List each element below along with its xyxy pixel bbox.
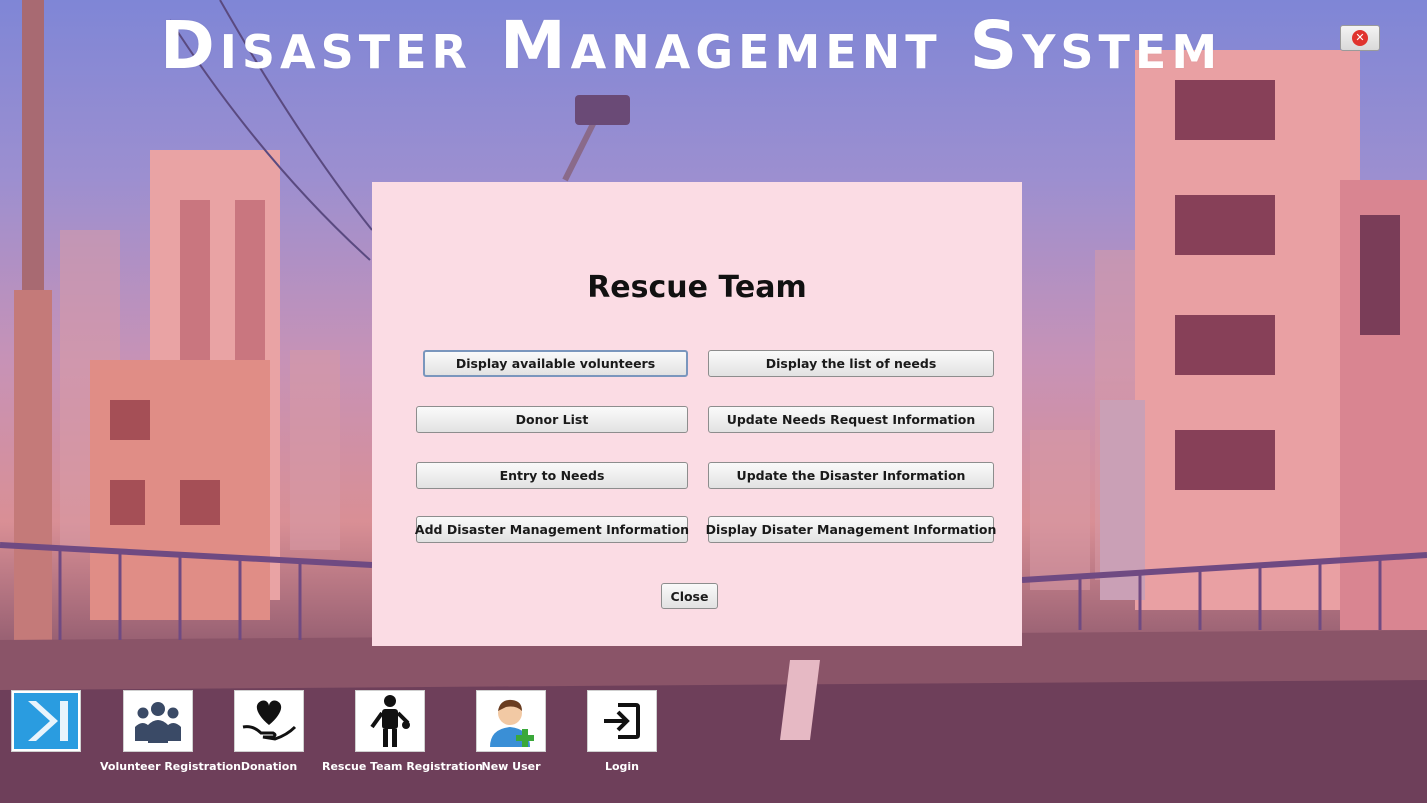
- donation-label: Donation: [240, 760, 298, 773]
- group-icon: [135, 702, 181, 743]
- login-button[interactable]: [587, 690, 657, 752]
- login-icon: [604, 703, 640, 739]
- panel-title: Rescue Team: [587, 270, 807, 305]
- rescuer-icon: [370, 695, 410, 747]
- display-needs-button[interactable]: Display the list of needs: [708, 350, 994, 377]
- donation-button[interactable]: [234, 690, 304, 752]
- new-user-label: New User: [481, 760, 541, 773]
- update-needs-button[interactable]: Update Needs Request Information: [708, 406, 994, 433]
- skip-forward-button[interactable]: [11, 690, 81, 752]
- close-button[interactable]: Close: [661, 583, 718, 609]
- app-title: Disaster Management System: [160, 7, 1223, 84]
- volunteer-registration-label: Volunteer Registration: [100, 760, 241, 773]
- new-user-button[interactable]: [476, 690, 546, 752]
- close-window-button[interactable]: ✕: [1340, 25, 1380, 51]
- rescue-team-registration-label: Rescue Team Registration: [322, 760, 483, 773]
- heart-hand-icon: [242, 700, 297, 741]
- update-disaster-button[interactable]: Update the Disaster Information: [708, 462, 994, 489]
- display-volunteers-button[interactable]: Display available volunteers: [423, 350, 688, 377]
- login-label: Login: [604, 760, 640, 773]
- rescue-team-panel: Rescue Team Display available volunteers…: [372, 182, 1022, 646]
- volunteer-registration-button[interactable]: [123, 690, 193, 752]
- entry-to-needs-button[interactable]: Entry to Needs: [416, 462, 688, 489]
- close-circle-icon: ✕: [1352, 30, 1368, 46]
- skip-forward-icon: [14, 693, 78, 749]
- rescue-team-registration-button[interactable]: [355, 690, 425, 752]
- display-disaster-button[interactable]: Display Disater Management Information: [706, 516, 996, 543]
- user-add-icon: [490, 699, 534, 747]
- add-disaster-button[interactable]: Add Disaster Management Information: [415, 516, 689, 543]
- donor-list-button[interactable]: Donor List: [416, 406, 688, 433]
